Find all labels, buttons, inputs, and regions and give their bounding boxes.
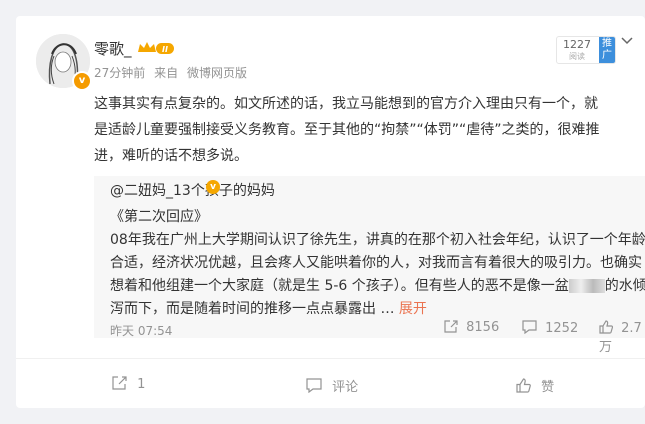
divider xyxy=(16,358,645,359)
quoted-like-stat[interactable]: 2.7万 xyxy=(599,320,645,355)
expand-link[interactable]: 展开 xyxy=(399,301,427,317)
source-prefix: 来自 xyxy=(154,66,179,80)
weibo-post-card: v 零歌_ II 27分钟前 来自 微博网页版 1227 阅读 推广 这事其实有… xyxy=(16,16,645,408)
comment-button[interactable]: 评论 xyxy=(306,376,358,395)
repost-button[interactable]: 1 xyxy=(112,376,145,392)
quoted-line: 08年我在广州上大学期间认识了徐先生，讲真的在那个初入社会年纪，认识了一个年龄 xyxy=(110,232,645,248)
repost-count: 1 xyxy=(137,377,146,392)
username[interactable]: 零歌_ xyxy=(94,38,132,59)
level-badge-text: II xyxy=(162,45,168,54)
post-meta: 27分钟前 来自 微博网页版 xyxy=(94,64,252,81)
post-text-line: 是适龄儿童要强制接受义务教育。至于其他的“拘禁”“体罚”“虐待”之类的，很难推 xyxy=(94,122,600,138)
repost-icon xyxy=(444,320,458,333)
quoted-comment-stat[interactable]: 1252 xyxy=(522,320,578,336)
verified-badge-icon: v xyxy=(72,71,92,91)
quoted-verified-badge-icon: v xyxy=(206,180,220,194)
quoted-line-part: 想着和他组建一个大家庭（就是生 5-6 个孩子）。但有些人的恶不是像一盆 xyxy=(110,278,569,294)
comment-label: 评论 xyxy=(332,380,359,395)
quoted-post[interactable]: @二妞妈_13个孩子的妈妈 《第二次回应》 08年我在广州上大学期间认识了徐先生… xyxy=(94,176,645,355)
quoted-text: 《第二次回应》 08年我在广州上大学期间认识了徐先生，讲真的在那个初入社会年纪，… xyxy=(110,206,645,321)
quoted-line: 泻而下，而是随着时间的推移一点点暴露出 … 展开 xyxy=(110,298,640,321)
quoted-repost-count: 8156 xyxy=(466,320,500,335)
quoted-line-part: 的水倾 xyxy=(604,278,645,294)
like-icon xyxy=(516,378,531,393)
quoted-line: 合适，经济状况优越，且会疼人又能哄着你的人，对我而言有着很大的吸引力。也确实 xyxy=(110,255,642,271)
post-text-line: 这事其实有点复杂的。如文所述的话，我立马能想到的官方介入理由只有一个，就 xyxy=(94,96,598,112)
quoted-author[interactable]: @二妞妈_13个孩子的妈妈 xyxy=(110,180,275,200)
read-count-box[interactable]: 1227 阅读 推广 xyxy=(556,36,616,64)
post-text-line: 进，难听的话不想多说。 xyxy=(94,148,248,164)
quoted-comment-count: 1252 xyxy=(545,321,579,336)
quoted-line: 《第二次回应》 xyxy=(110,209,208,225)
post-source[interactable]: 微博网页版 xyxy=(187,66,247,80)
like-icon xyxy=(599,320,614,334)
chevron-down-icon[interactable] xyxy=(620,34,634,50)
quoted-line: 想着和他组建一个大家庭（就是生 5-6 个孩子）。但有些人的恶不是像一盆 的水倾 xyxy=(110,275,645,298)
read-count: 1227 xyxy=(563,38,591,51)
comment-icon xyxy=(522,320,537,335)
post-time[interactable]: 27分钟前 xyxy=(94,66,145,80)
like-label: 赞 xyxy=(541,380,555,395)
quoted-repost-stat[interactable]: 8156 xyxy=(444,320,499,335)
quoted-time[interactable]: 昨天 07:54 xyxy=(110,322,172,339)
blurred-image-snippet xyxy=(568,279,605,293)
read-label: 阅读 xyxy=(569,52,585,61)
like-button[interactable]: 赞 xyxy=(516,376,554,395)
promote-button[interactable]: 推广 xyxy=(599,37,615,63)
quoted-line-part: 泻而下，而是随着时间的推移一点点暴露出 … xyxy=(110,301,399,317)
comment-icon xyxy=(306,378,322,394)
post-text: 这事其实有点复杂的。如文所述的话，我立马能想到的官方介入理由只有一个，就 是适龄… xyxy=(94,91,634,169)
repost-icon xyxy=(112,376,127,390)
member-level-badge-icon[interactable]: II xyxy=(136,40,176,60)
